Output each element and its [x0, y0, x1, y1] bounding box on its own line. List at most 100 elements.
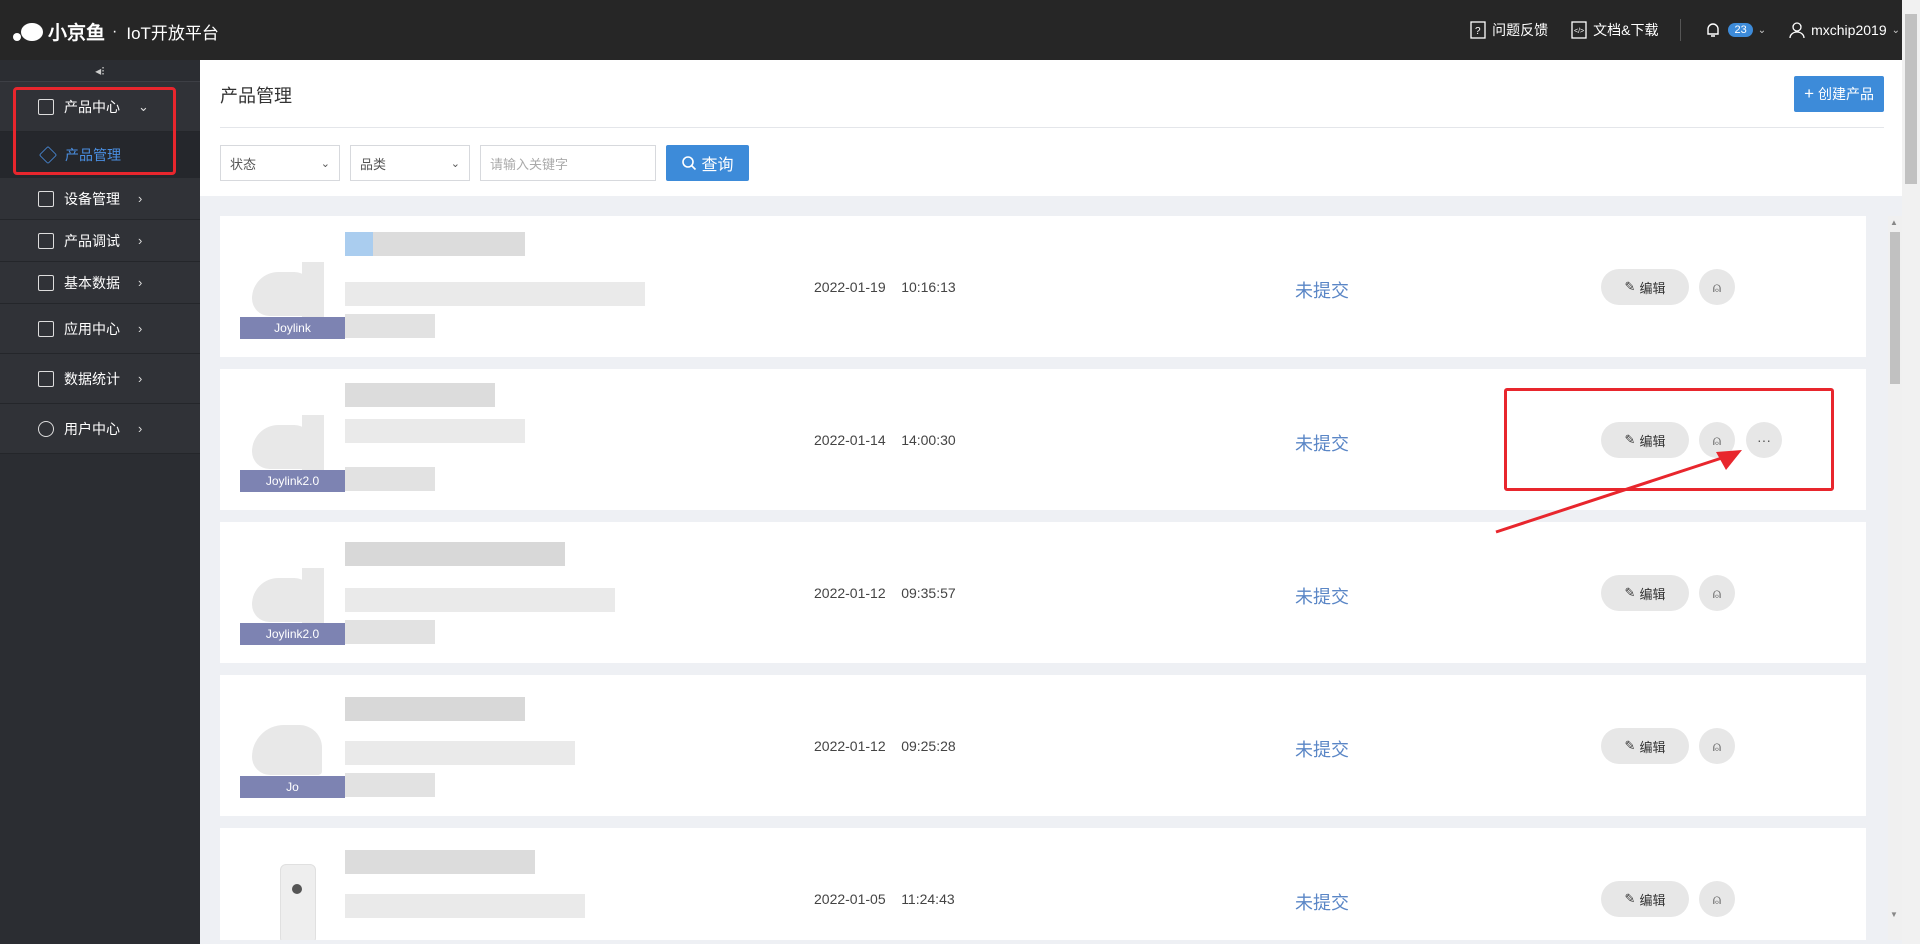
sidebar-item-device-management[interactable]: 设备管理 › [0, 178, 200, 220]
svg-text:</>: </> [1574, 28, 1584, 35]
sidebar-item-label: 设备管理 [64, 190, 120, 207]
sidebar-item-label: 基本数据 [64, 274, 120, 291]
notification-badge: 23 [1728, 23, 1753, 37]
category-select-value: 品类 [360, 156, 387, 172]
created-clock: 11:24:43 [901, 891, 955, 907]
svg-text:?: ? [1475, 26, 1481, 37]
sidebar-collapse-button[interactable]: ◂⁝ [0, 60, 200, 82]
stats-icon [38, 370, 54, 387]
platform-name: IoT开放平台 [126, 24, 219, 43]
user-icon [38, 420, 54, 437]
scroll-up-icon[interactable]: ▲ [1890, 218, 1898, 227]
pencil-icon: ✎ [1624, 738, 1636, 753]
product-row[interactable]: Jo 2022-01-12 09:25:28 未提交 ✎ 编辑 ⍝ [220, 675, 1866, 816]
product-row[interactable]: Joylink2.0 2022-01-12 09:35:57 未提交 ✎ 编辑 … [220, 522, 1866, 663]
chevron-right-icon: › [138, 321, 143, 336]
sidebar-item-label: 应用中心 [64, 320, 120, 337]
sidebar-item-user-center[interactable]: 用户中心 › [0, 404, 200, 454]
username: mxchip2019 [1811, 22, 1887, 38]
pencil-icon: ✎ [1624, 891, 1636, 906]
product-info-redacted [345, 226, 645, 338]
chevron-down-icon: ⌄ [1891, 24, 1900, 36]
chevron-right-icon: › [138, 275, 143, 290]
keyword-search-input[interactable]: 请输入关键字 [480, 145, 656, 181]
edit-button[interactable]: ✎ 编辑 [1601, 575, 1689, 611]
user-menu[interactable]: mxchip2019 ⌄ [1788, 21, 1900, 39]
sidebar-item-label: 产品调试 [64, 232, 120, 249]
product-row[interactable]: Joylink 2022-01-19 10:16:13 未提交 ✎ 编辑 ⍝ [220, 216, 1866, 357]
feedback-link[interactable]: ? 问题反馈 [1469, 20, 1548, 40]
app-icon [38, 320, 54, 337]
product-image [240, 854, 345, 940]
plus-icon: + [1804, 84, 1814, 103]
user-icon [1789, 22, 1805, 39]
user-stamp-button[interactable]: ⍝ [1699, 269, 1735, 305]
create-product-button[interactable]: + 创建产品 [1794, 76, 1884, 112]
protocol-tag: Joylink [240, 317, 345, 339]
chevron-right-icon: › [138, 421, 143, 436]
pencil-icon: ✎ [1624, 585, 1636, 600]
stamp-icon: ⍝ [1712, 584, 1722, 601]
edit-label: 编辑 [1639, 586, 1666, 602]
fish-logo-icon [13, 22, 43, 41]
sidebar-item-label: 用户中心 [64, 420, 120, 437]
edit-button[interactable]: ✎ 编辑 [1601, 269, 1689, 305]
list-scrollbar-thumb[interactable] [1890, 232, 1900, 384]
annotation-arrow-icon [1495, 450, 1742, 534]
top-bar: 小京鱼 · IoT开放平台 ? 问题反馈 </> 文档&下载 23 ⌄ mxch… [0, 0, 1920, 60]
status-select[interactable]: 状态 ⌄ [220, 145, 340, 181]
collapse-arrows-icon: ◂⁝ [95, 63, 105, 78]
sidebar-item-label: 数据统计 [64, 370, 120, 387]
created-date: 2022-01-12 [814, 585, 886, 601]
status-text: 未提交 [1295, 587, 1349, 607]
keyword-placeholder: 请输入关键字 [490, 156, 569, 172]
created-clock: 09:25:28 [901, 738, 956, 754]
edit-button[interactable]: ✎ 编辑 [1601, 881, 1689, 917]
topbar-divider [1680, 19, 1682, 41]
brand-separator: · [112, 22, 118, 40]
user-stamp-button[interactable]: ⍝ [1699, 881, 1735, 917]
product-info-redacted [345, 685, 645, 797]
page-scrollbar-thumb[interactable] [1905, 14, 1917, 184]
created-time: 2022-01-14 14:00:30 [814, 432, 956, 448]
user-stamp-button[interactable]: ⍝ [1699, 728, 1735, 764]
stamp-icon: ⍝ [1712, 737, 1722, 754]
monitor-icon [38, 190, 54, 207]
notification-button[interactable]: 23 ⌄ [1703, 20, 1766, 40]
docs-link[interactable]: </> 文档&下载 [1570, 20, 1658, 40]
created-clock: 09:35:57 [901, 585, 956, 601]
scroll-down-icon[interactable]: ▼ [1890, 910, 1898, 919]
status-text: 未提交 [1295, 893, 1349, 913]
query-label: 查询 [701, 157, 734, 174]
chevron-down-icon: ⌄ [450, 157, 460, 170]
sidebar-item-app-center[interactable]: 应用中心 › [0, 304, 200, 354]
product-row[interactable]: 2022-01-05 11:24:43 未提交 ✎ 编辑 ⍝ [220, 828, 1866, 940]
user-stamp-button[interactable]: ⍝ [1699, 575, 1735, 611]
protocol-tag: Joylink2.0 [240, 470, 345, 492]
create-product-label: 创建产品 [1818, 86, 1874, 102]
sidebar-item-basic-data[interactable]: 基本数据 › [0, 262, 200, 304]
sidebar: ◂⁝ 产品中心 ⌄ 产品管理 设备管理 › 产品调试 › 基本数据 › 应用中心… [0, 60, 200, 944]
query-button[interactable]: 查询 [666, 145, 749, 181]
product-info-redacted [345, 532, 645, 644]
chevron-down-icon: ⌄ [320, 157, 330, 170]
created-date: 2022-01-05 [814, 891, 886, 907]
created-date: 2022-01-12 [814, 738, 886, 754]
created-time: 2022-01-12 09:35:57 [814, 585, 956, 601]
created-date: 2022-01-19 [814, 279, 886, 295]
sidebar-item-product-debug[interactable]: 产品调试 › [0, 220, 200, 262]
annotation-highlight-sidebar [13, 87, 176, 175]
category-select[interactable]: 品类 ⌄ [350, 145, 470, 181]
created-time: 2022-01-05 11:24:43 [814, 891, 955, 907]
status-text: 未提交 [1295, 281, 1349, 301]
logo[interactable]: 小京鱼 · IoT开放平台 [10, 18, 219, 45]
sidebar-item-data-stats[interactable]: 数据统计 › [0, 354, 200, 404]
stamp-icon: ⍝ [1712, 278, 1722, 295]
chevron-down-icon: ⌄ [1757, 24, 1767, 36]
page-title: 产品管理 [220, 86, 292, 106]
page-header: 产品管理 + 创建产品 状态 ⌄ 品类 ⌄ 请输入关键字 查询 [200, 60, 1902, 196]
search-icon [682, 156, 697, 171]
pencil-icon: ✎ [1624, 279, 1636, 294]
created-clock: 10:16:13 [901, 279, 956, 295]
edit-button[interactable]: ✎ 编辑 [1601, 728, 1689, 764]
